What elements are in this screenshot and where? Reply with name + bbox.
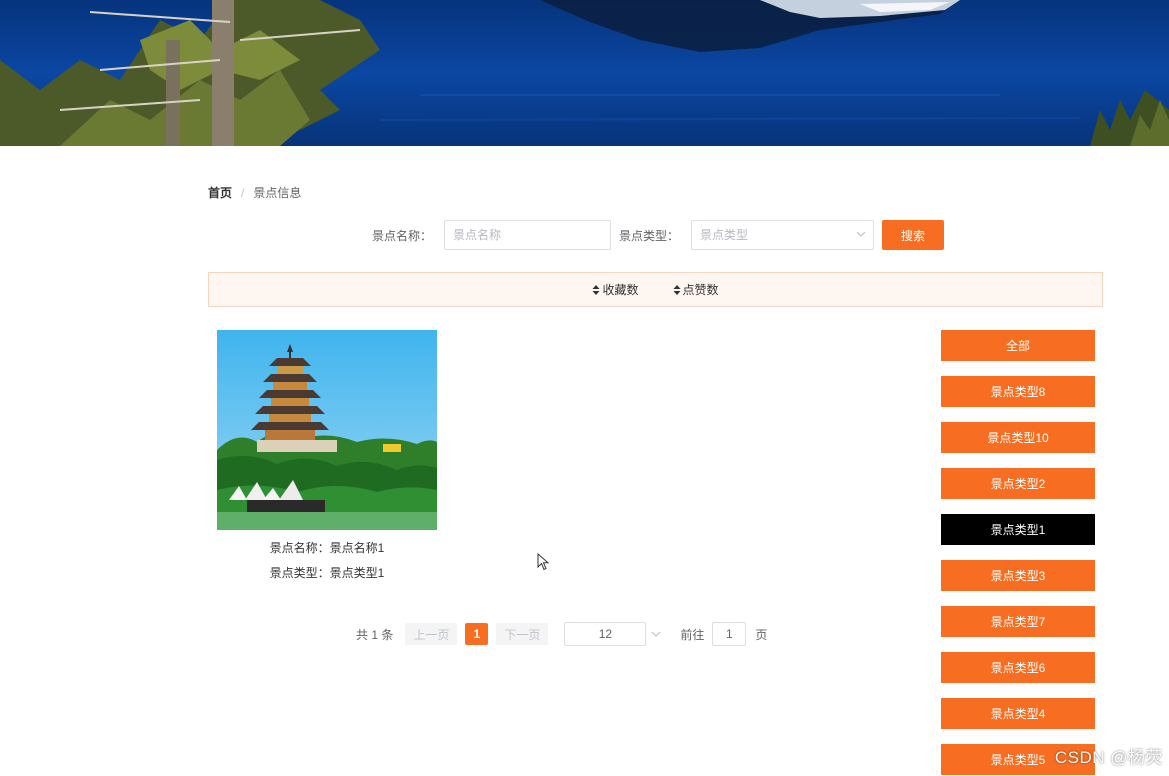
header-banner bbox=[0, 0, 1169, 146]
mouse-cursor-icon bbox=[537, 553, 549, 571]
attraction-type: 景点类型：景点类型1 bbox=[269, 566, 385, 580]
page-unit-label: 页 bbox=[755, 627, 768, 642]
attraction-name: 景点名称：景点名称1 bbox=[269, 541, 385, 555]
page-size-input[interactable] bbox=[564, 622, 647, 646]
sort-label: 点赞数 bbox=[682, 283, 719, 297]
type-select-input[interactable] bbox=[691, 220, 875, 250]
page-size-select[interactable] bbox=[564, 622, 664, 646]
pagoda-photo[interactable] bbox=[217, 330, 437, 530]
sort-icon bbox=[673, 284, 680, 295]
category-item[interactable]: 景点类型10 bbox=[941, 422, 1095, 453]
lake-forest-image bbox=[0, 0, 1169, 146]
pagination: 共 1 条 上一页 1 下一页 前往 页 bbox=[356, 622, 767, 646]
search-button[interactable]: 搜索 bbox=[882, 220, 945, 250]
type-label: 景点类型： bbox=[619, 228, 680, 243]
sort-icon bbox=[592, 284, 600, 295]
name-search-input[interactable] bbox=[444, 220, 612, 250]
page-number-current[interactable]: 1 bbox=[465, 623, 489, 645]
category-item[interactable]: 景点类型2 bbox=[941, 468, 1095, 499]
category-all[interactable]: 全部 bbox=[941, 330, 1095, 361]
category-item[interactable]: 景点类型7 bbox=[941, 606, 1095, 637]
breadcrumb-separator: / bbox=[241, 185, 245, 200]
category-item[interactable]: 景点类型8 bbox=[941, 376, 1095, 407]
type-select[interactable] bbox=[691, 220, 875, 250]
total-count: 共 1 条 bbox=[356, 627, 394, 642]
chevron-down-icon bbox=[651, 631, 661, 637]
sort-by-favorites[interactable]: 收藏数 bbox=[592, 281, 639, 298]
page-jump-input[interactable] bbox=[712, 622, 747, 646]
chevron-down-icon bbox=[856, 231, 866, 237]
sort-bar: 收藏数 点赞数 bbox=[208, 272, 1103, 307]
search-form: 景点名称： 景点类型： 搜索 bbox=[372, 220, 945, 250]
breadcrumb-current: 景点信息 bbox=[253, 186, 302, 200]
name-label: 景点名称： bbox=[372, 228, 433, 243]
category-item[interactable]: 景点类型6 bbox=[941, 652, 1095, 683]
prev-page-button[interactable]: 上一页 bbox=[405, 623, 458, 645]
category-item[interactable]: 景点类型3 bbox=[941, 560, 1095, 591]
sort-by-likes[interactable]: 点赞数 bbox=[673, 281, 719, 298]
category-item[interactable]: 景点类型4 bbox=[941, 698, 1095, 729]
goto-label: 前往 bbox=[680, 627, 705, 642]
sort-label: 收藏数 bbox=[602, 283, 639, 297]
category-list: 全部 景点类型8 景点类型10 景点类型2 景点类型1 景点类型3 景点类型7 … bbox=[941, 330, 1095, 776]
watermark: CSDN @杨荧 bbox=[1054, 748, 1163, 767]
breadcrumb: 首页 / 景点信息 bbox=[208, 184, 301, 201]
category-item-active[interactable]: 景点类型1 bbox=[941, 514, 1095, 545]
attraction-card[interactable]: 景点名称：景点名称1 景点类型：景点类型1 bbox=[217, 330, 437, 581]
breadcrumb-home-link[interactable]: 首页 bbox=[208, 184, 232, 201]
next-page-button[interactable]: 下一页 bbox=[496, 623, 549, 645]
